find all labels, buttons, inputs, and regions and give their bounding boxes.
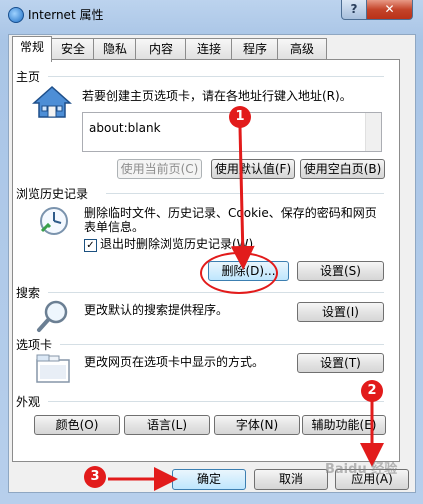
tab-general[interactable]: 常规 [12, 36, 52, 62]
annotation-number-1: 1 [229, 106, 251, 128]
annotation-arrows [108, 126, 384, 491]
internet-options-window: Internet 属性 ? ✕ 常规 安全 隐私 内容 连接 程序 高级 主页 … [0, 0, 423, 504]
annotation-number-3: 3 [84, 466, 106, 488]
annotation-number-2: 2 [361, 380, 383, 402]
annotation-arrow-1 [230, 126, 255, 270]
watermark: Baidu 经验 [325, 462, 398, 477]
